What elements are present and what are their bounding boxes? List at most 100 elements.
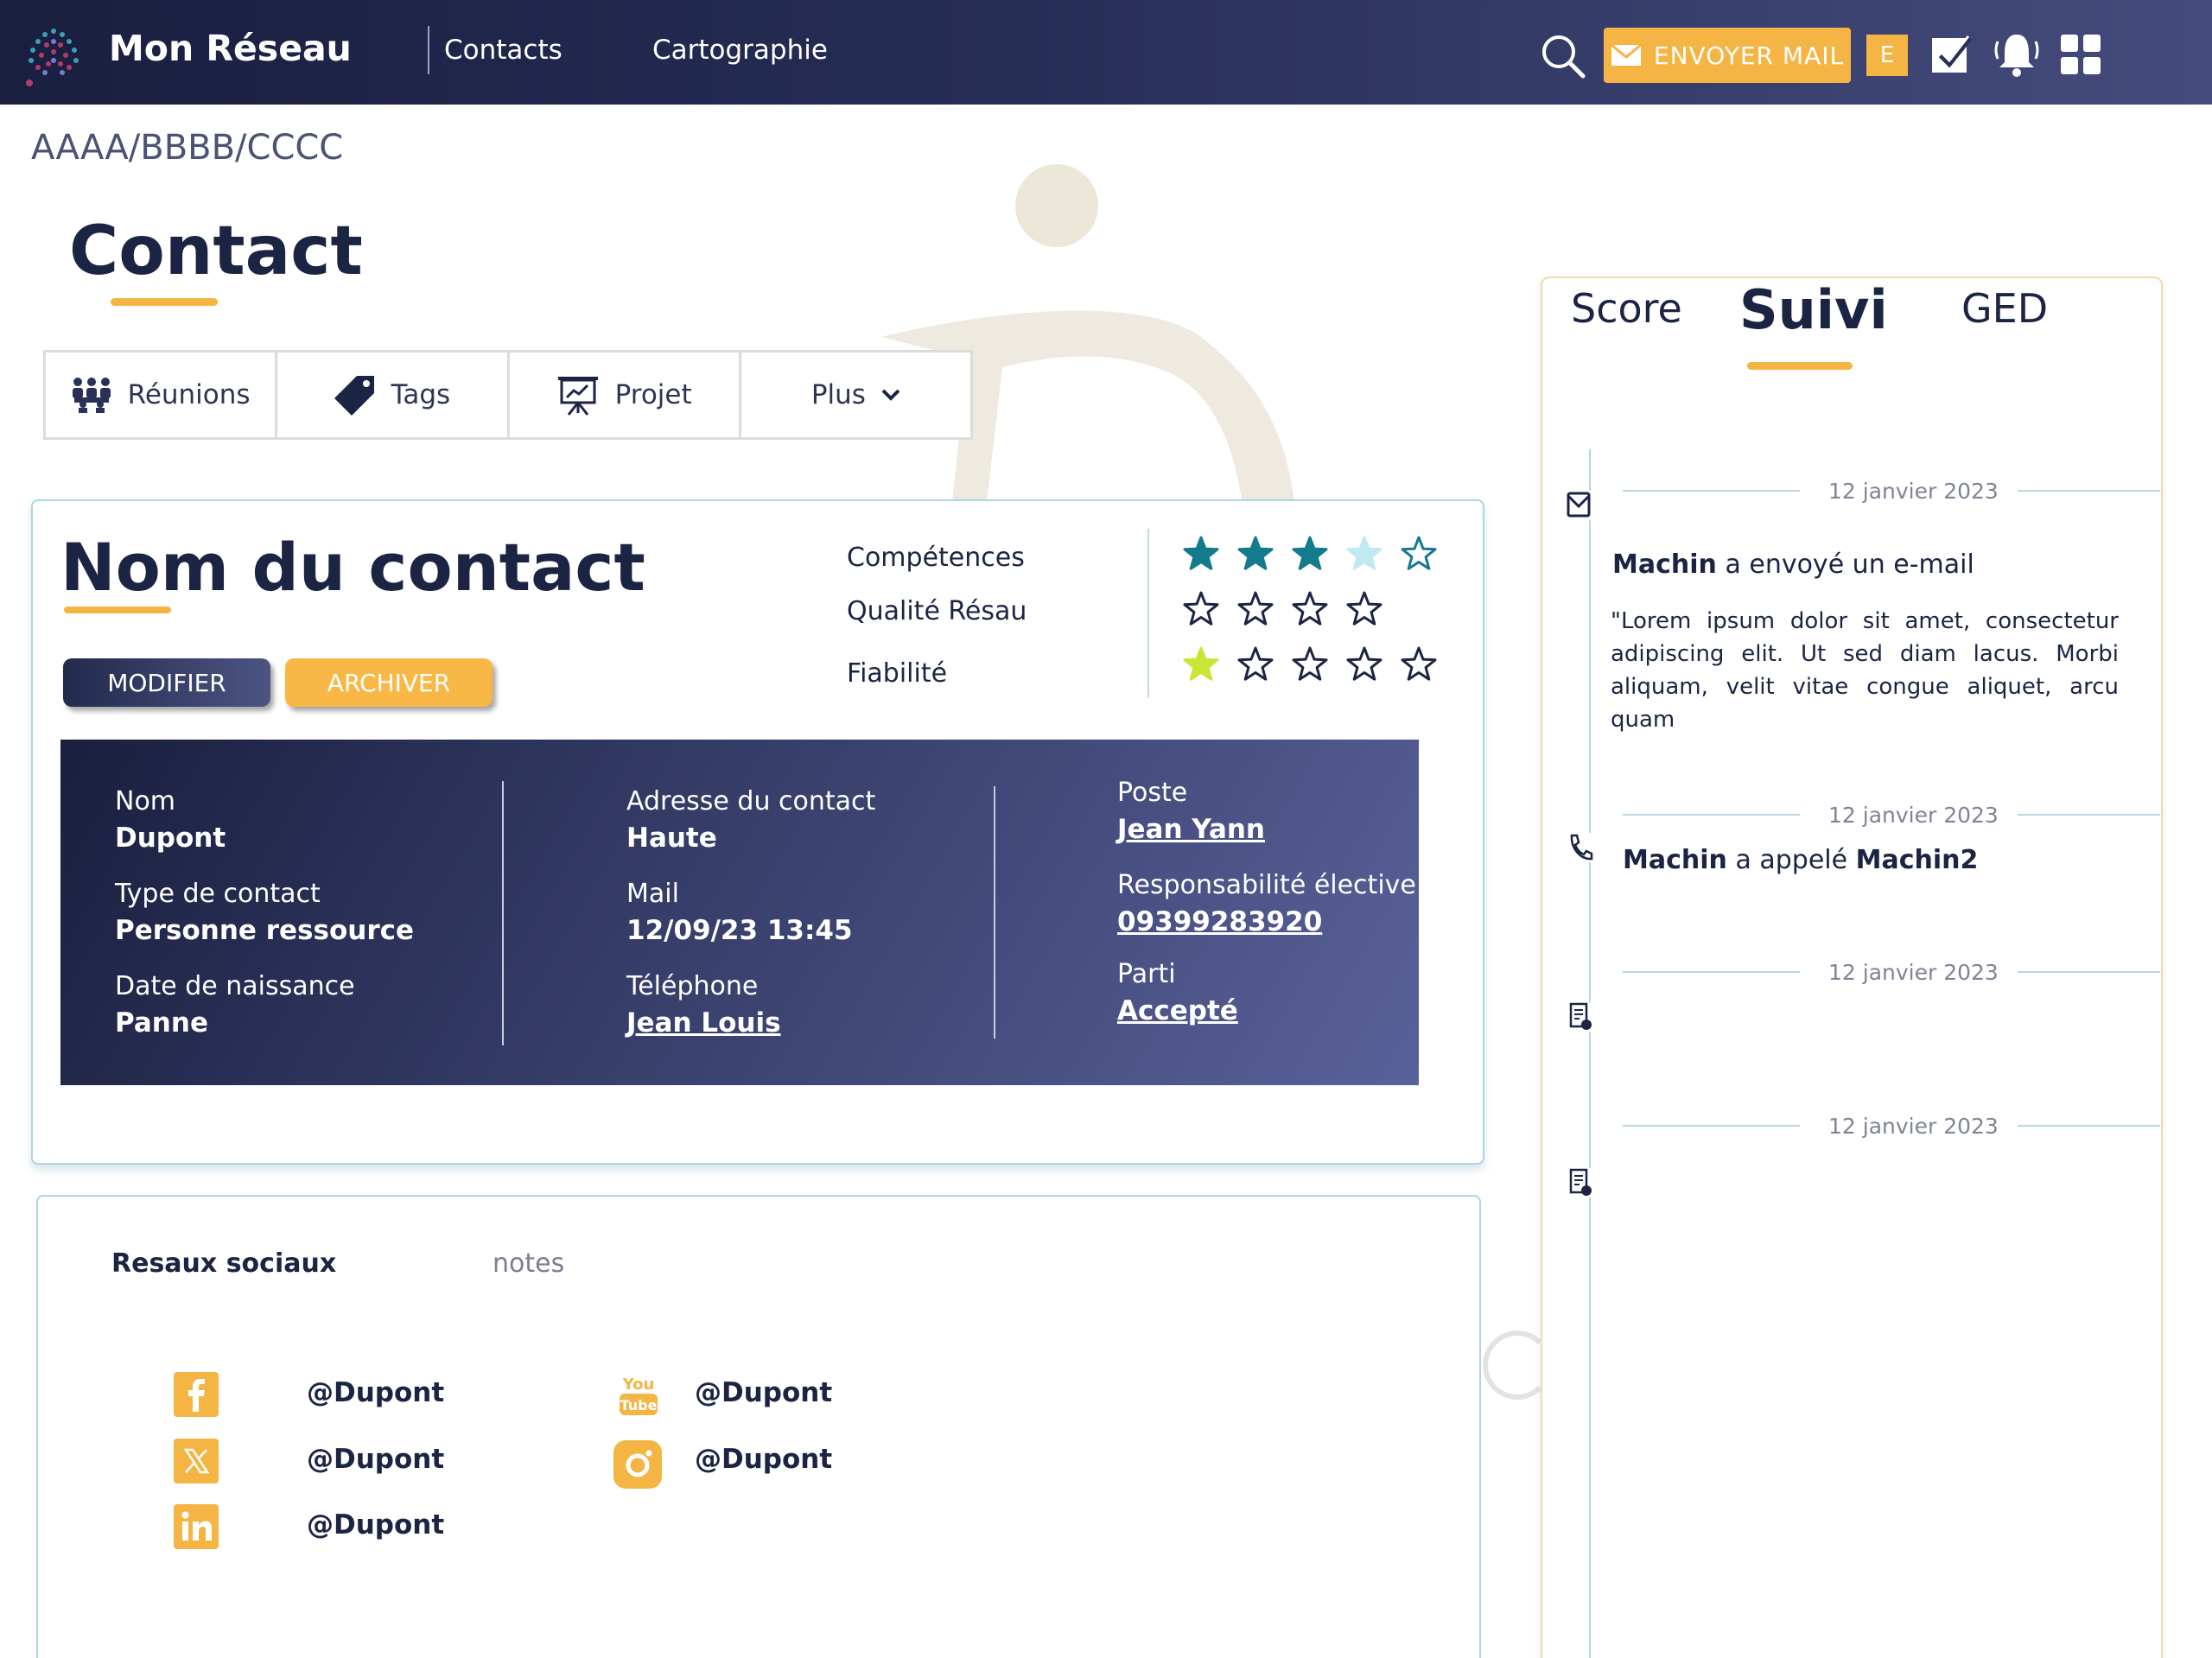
chevron-down-icon: [881, 389, 900, 401]
info-column-divider: [994, 786, 995, 1039]
info-value-type: Personne ressource: [115, 915, 415, 946]
timeline-separator: [2018, 814, 2160, 816]
app-title: Mon Réseau: [109, 28, 352, 69]
apps-grid-icon[interactable]: [2061, 35, 2101, 74]
envelope-icon: [1610, 44, 1642, 66]
info-link-telephone[interactable]: Jean Louis: [626, 1007, 781, 1039]
tab-reunions-label: Réunions: [127, 379, 251, 410]
rating-stars-fiabilite[interactable]: [1179, 643, 1455, 688]
info-label-telephone: Téléphone: [626, 971, 759, 1001]
event-action: a envoyé un e-mail: [1725, 549, 1974, 580]
info-link-responsabilite[interactable]: 09399283920: [1117, 906, 1322, 937]
facebook-handle[interactable]: @Dupont: [307, 1377, 444, 1408]
contact-name: Nom du contact: [60, 529, 645, 606]
tab-projet[interactable]: Projet: [506, 350, 741, 440]
active-tab-underline: [1747, 362, 1853, 370]
document-icon: [1567, 1168, 1593, 1197]
nav-divider: [428, 26, 429, 74]
tab-plus[interactable]: Plus: [738, 350, 973, 440]
svg-text:You: You: [622, 1375, 655, 1394]
rating-star-empty[interactable]: [1292, 646, 1328, 681]
timeline-line: [1589, 449, 1591, 1658]
rating-star-empty[interactable]: [1401, 646, 1437, 681]
rating-stars-competences[interactable]: [1179, 532, 1455, 577]
event-actor: Machin: [1623, 845, 1727, 875]
event-title[interactable]: Machin a envoyé un e-mail: [1612, 549, 1974, 580]
tab-projet-label: Projet: [614, 379, 692, 410]
rating-label-qualite-reseau: Qualité Résau: [847, 596, 1027, 626]
event-target: Machin2: [1855, 845, 1979, 875]
info-link-parti[interactable]: Accepté: [1117, 995, 1238, 1026]
info-value-nom: Dupont: [115, 823, 226, 854]
rating-star-empty[interactable]: [1346, 646, 1382, 681]
presentation-icon: [557, 377, 598, 416]
name-underline: [64, 607, 171, 613]
user-avatar-badge[interactable]: E: [1866, 35, 1908, 76]
brand-logo-icon[interactable]: [21, 22, 86, 90]
title-underline: [111, 298, 218, 306]
ratings-divider: [1147, 529, 1149, 698]
event-action: a appelé: [1735, 845, 1848, 875]
tab-suivi[interactable]: Suivi: [1739, 278, 1888, 341]
info-label-poste: Poste: [1117, 778, 1188, 808]
rating-label-fiabilite: Fiabilité: [847, 658, 948, 689]
search-icon[interactable]: [1538, 31, 1586, 79]
timeline-separator: [2018, 1125, 2160, 1127]
timeline-separator: [2018, 490, 2160, 492]
notification-bell-icon[interactable]: [1993, 29, 2041, 79]
rating-star-empty[interactable]: [1237, 591, 1274, 626]
checkbox-tasks-icon[interactable]: [1930, 33, 1974, 76]
facebook-icon[interactable]: [174, 1372, 219, 1417]
tab-tags[interactable]: Tags: [275, 350, 510, 440]
rating-star-half[interactable]: [1346, 536, 1382, 570]
archive-button[interactable]: ARCHIVER: [285, 658, 493, 707]
breadcrumb[interactable]: AAAA/BBBB/CCCC: [31, 128, 343, 168]
event-date: 12 janvier 2023: [1828, 1114, 1999, 1139]
timeline-separator: [2018, 971, 2160, 973]
rating-star-filled[interactable]: [1183, 536, 1219, 570]
event-date: 12 janvier 2023: [1828, 960, 1999, 985]
x-icon[interactable]: [174, 1439, 219, 1483]
send-mail-button[interactable]: ENVOYER MAIL: [1604, 28, 1851, 83]
tab-notes[interactable]: notes: [493, 1248, 564, 1279]
rating-star-filled[interactable]: [1292, 536, 1328, 570]
tab-score[interactable]: Score: [1571, 285, 1682, 332]
linkedin-icon[interactable]: [174, 1504, 219, 1549]
tab-social-networks[interactable]: Resaux sociaux: [111, 1248, 336, 1279]
rating-star-empty[interactable]: [1401, 536, 1437, 570]
linkedin-handle[interactable]: @Dupont: [307, 1509, 444, 1540]
modify-button[interactable]: MODIFIER: [63, 658, 270, 707]
x-handle[interactable]: @Dupont: [307, 1444, 444, 1475]
info-label-mail: Mail: [626, 879, 679, 909]
rating-star-empty[interactable]: [1292, 591, 1328, 626]
contact-sections-tabs: Réunions Tags Projet Plus: [43, 350, 973, 440]
tab-ged[interactable]: GED: [1961, 285, 2048, 332]
rating-star-filled[interactable]: [1237, 536, 1274, 570]
event-date: 12 janvier 2023: [1828, 803, 1999, 828]
nav-link-cartographie[interactable]: Cartographie: [652, 35, 828, 66]
page-title: Contact: [69, 213, 363, 290]
rating-star-empty[interactable]: [1346, 591, 1382, 626]
info-label-nom: Nom: [115, 786, 176, 816]
youtube-icon[interactable]: You Tube: [616, 1372, 661, 1417]
tab-tags-label: Tags: [391, 379, 451, 410]
info-link-poste[interactable]: Jean Yann: [1117, 814, 1265, 845]
timeline-separator: [1623, 490, 1800, 492]
nav-link-contacts[interactable]: Contacts: [444, 35, 563, 66]
instagram-icon[interactable]: [613, 1440, 662, 1489]
send-mail-label: ENVOYER MAIL: [1653, 41, 1845, 70]
rating-star-filled[interactable]: [1183, 646, 1219, 681]
rating-star-empty[interactable]: [1237, 646, 1274, 681]
tab-reunions[interactable]: Réunions: [43, 350, 278, 440]
info-value-adresse: Haute: [626, 823, 717, 854]
phone-icon: [1567, 833, 1593, 862]
rating-stars-qualite-reseau[interactable]: [1179, 588, 1455, 632]
info-label-adresse: Adresse du contact: [626, 786, 876, 816]
background-watermark-icon: [881, 164, 1296, 518]
event-title[interactable]: Machin a appelé Machin2: [1623, 845, 1978, 875]
rating-label-competences: Compétences: [847, 543, 1025, 573]
youtube-handle[interactable]: @Dupont: [695, 1377, 832, 1408]
instagram-handle[interactable]: @Dupont: [695, 1444, 832, 1475]
event-actor: Machin: [1612, 549, 1717, 580]
rating-star-empty[interactable]: [1183, 591, 1219, 626]
